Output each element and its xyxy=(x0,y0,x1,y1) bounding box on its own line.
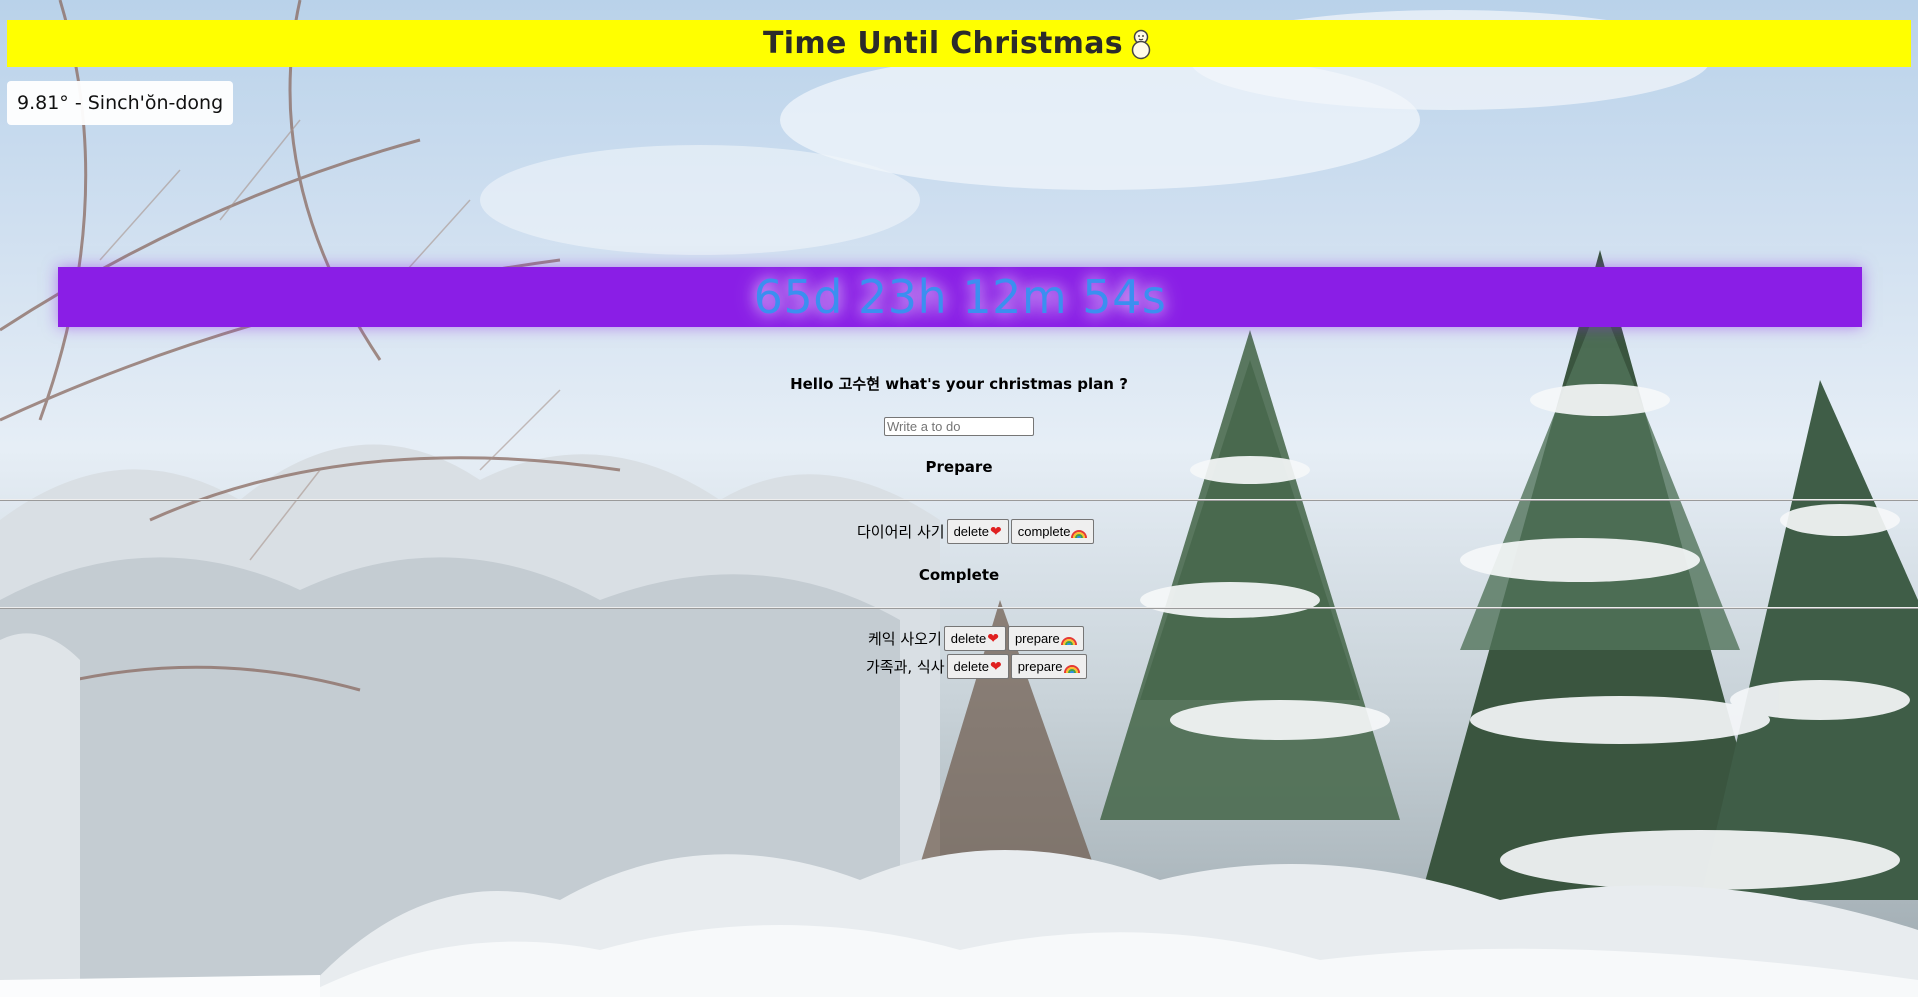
prepare-divider xyxy=(0,499,1918,501)
countdown-bar: 65d 23h 12m 54s xyxy=(58,267,1862,327)
delete-button[interactable]: delete ❤ xyxy=(946,654,1009,679)
list-item: 가족과, 식사 delete ❤ prepare xyxy=(866,654,1087,679)
prepare-button[interactable]: prepare xyxy=(1010,654,1087,679)
prepare-button-label: prepare xyxy=(1014,631,1060,646)
rainbow-icon xyxy=(1060,632,1077,646)
todo-item-label: 가족과, 식사 xyxy=(866,658,945,676)
rainbow-icon xyxy=(1063,660,1080,674)
heart-icon: ❤ xyxy=(989,658,1002,675)
delete-button[interactable]: delete ❤ xyxy=(943,626,1006,651)
prepare-heading: Prepare xyxy=(925,458,993,476)
countdown-timer: 65d 23h 12m 54s xyxy=(753,270,1167,324)
delete-button[interactable]: delete ❤ xyxy=(946,519,1009,544)
delete-button-label: delete xyxy=(950,631,987,646)
heart-icon: ❤ xyxy=(987,630,999,647)
complete-divider xyxy=(0,607,1918,609)
greeting-text: Hello 고수현 what's your christmas plan ? xyxy=(790,375,1128,393)
todo-item-label: 다이어리 사기 xyxy=(857,523,945,541)
complete-heading: Complete xyxy=(918,566,1000,584)
list-item: 케익 사오기 delete ❤ prepare xyxy=(868,626,1084,651)
prepare-button[interactable]: prepare xyxy=(1007,626,1084,651)
complete-button-label: complete xyxy=(1017,524,1071,539)
rainbow-icon xyxy=(1071,525,1088,539)
weather-text: 9.81° - Sinch'ŏn-dong xyxy=(17,92,224,114)
todo-item-label: 케익 사오기 xyxy=(868,630,942,648)
weather-location-box: 9.81° - Sinch'ŏn-dong xyxy=(7,81,234,125)
todo-input[interactable] xyxy=(884,417,1034,436)
list-item: 다이어리 사기 delete ❤ complete xyxy=(857,519,1095,544)
delete-button-label: delete xyxy=(953,524,989,539)
prepare-button-label: prepare xyxy=(1017,659,1063,674)
heart-icon: ❤ xyxy=(990,523,1002,540)
page-title: Time Until Christmas xyxy=(763,26,1123,61)
delete-button-label: delete xyxy=(953,659,989,674)
snowman-icon xyxy=(1127,28,1155,60)
complete-button[interactable]: complete xyxy=(1010,519,1095,544)
title-bar: Time Until Christmas xyxy=(7,20,1911,67)
